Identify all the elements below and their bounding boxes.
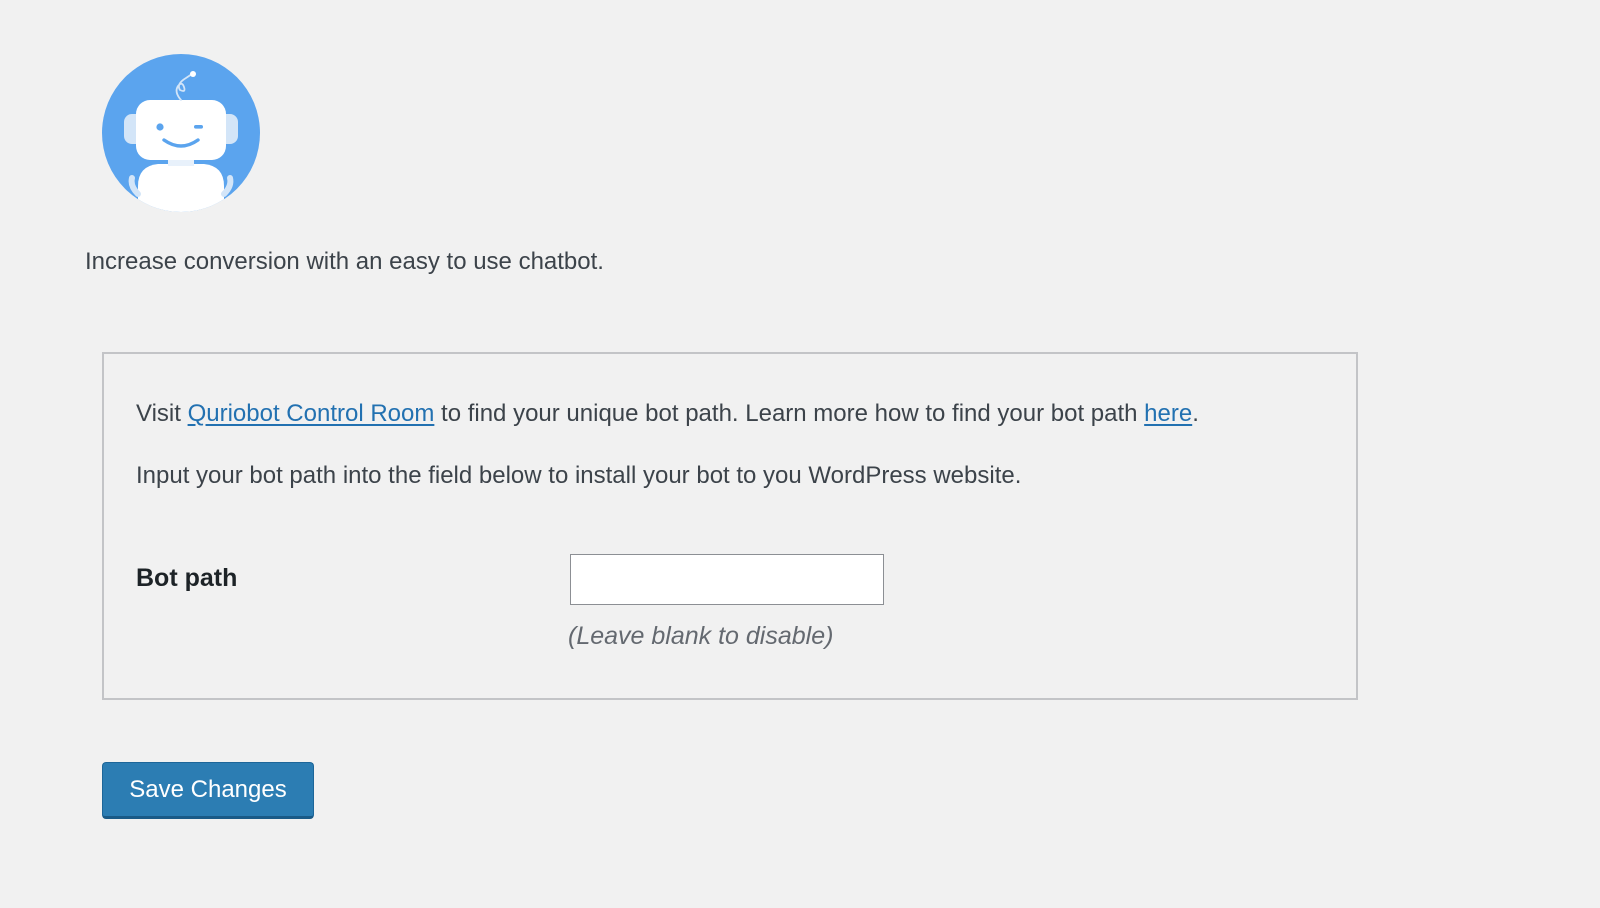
- quriobot-logo: [102, 54, 260, 212]
- tagline: Increase conversion with an easy to use …: [85, 248, 604, 275]
- control-room-link[interactable]: Quriobot Control Room: [188, 400, 435, 427]
- here-link[interactable]: here: [1144, 400, 1192, 427]
- intro-text: Visit Quriobot Control Room to find your…: [136, 398, 1199, 430]
- intro-middle-text: to find your unique bot path. Learn more…: [434, 400, 1145, 427]
- chatbot-robot-icon: [102, 54, 260, 212]
- settings-panel: Visit Quriobot Control Room to find your…: [102, 352, 1358, 700]
- instruction-text: Input your bot path into the field below…: [136, 462, 1022, 489]
- bot-path-input[interactable]: [570, 554, 884, 605]
- save-changes-button[interactable]: Save Changes: [102, 762, 314, 819]
- intro-period: .: [1192, 400, 1199, 427]
- intro-visit-text: Visit: [136, 400, 188, 427]
- bot-path-hint: (Leave blank to disable): [568, 622, 834, 650]
- bot-path-label: Bot path: [136, 564, 238, 592]
